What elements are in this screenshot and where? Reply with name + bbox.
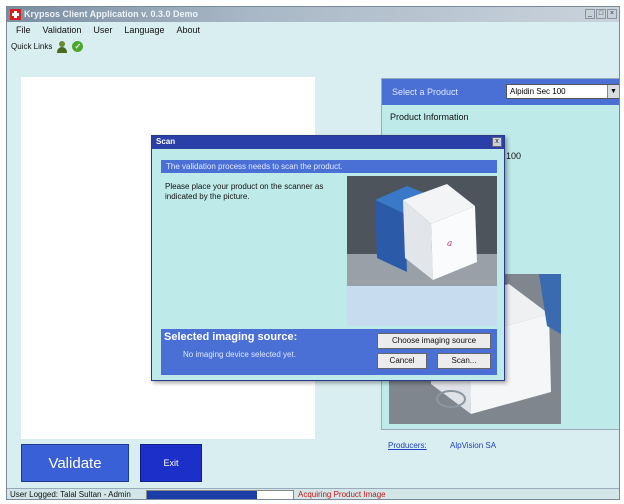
menu-about[interactable]: About <box>176 25 200 35</box>
validate-button[interactable]: Validate <box>21 444 129 482</box>
maximize-button[interactable]: □ <box>596 9 606 19</box>
product-select-value: Alpidin Sec 100 <box>510 87 566 96</box>
product-info-label: Product Information <box>390 112 469 122</box>
imaging-source-status: No imaging device selected yet. <box>183 350 296 359</box>
minimize-button[interactable]: _ <box>585 9 595 19</box>
producers-value: AlpVision SA <box>450 441 497 450</box>
choose-imaging-source-button[interactable]: Choose imaging source <box>377 333 491 349</box>
scanner-picture: a <box>347 176 497 286</box>
menu-language[interactable]: Language <box>124 25 164 35</box>
exit-button[interactable]: Exit <box>140 444 202 482</box>
check-icon[interactable]: ✓ <box>72 41 84 52</box>
progress-bar <box>146 490 294 499</box>
logged-user-status: User Logged: Talal Sultan - Admin <box>10 490 131 499</box>
scanner-box-photo: a <box>347 176 497 286</box>
dialog-banner-text: The validation process needs to scan the… <box>166 162 343 171</box>
menu-validation[interactable]: Validation <box>43 25 82 35</box>
product-select[interactable]: Alpidin Sec 100 ▼ <box>506 84 619 99</box>
close-icon[interactable]: x <box>492 137 502 147</box>
close-button[interactable]: × <box>607 9 617 19</box>
product-header: Select a Product Alpidin Sec 100 ▼ <box>382 79 619 105</box>
scan-button[interactable]: Scan... <box>437 353 491 369</box>
user-icon[interactable] <box>56 40 68 53</box>
menu-file[interactable]: File <box>16 25 31 35</box>
scan-dialog: Scan x The validation process needs to s… <box>151 135 505 381</box>
producers-label: Producers: <box>388 441 427 450</box>
window-title: Krypsos Client Application v. 0.3.0 Demo <box>24 9 199 19</box>
imaging-source-title: Selected imaging source: <box>164 331 298 343</box>
app-logo-icon <box>10 9 21 20</box>
title-bar[interactable]: Krypsos Client Application v. 0.3.0 Demo… <box>7 7 619 22</box>
scan-instruction: Please place your product on the scanner… <box>165 182 324 201</box>
scanner-picture-base <box>347 286 497 326</box>
quick-links-label: Quick Links <box>11 42 53 51</box>
status-bar: User Logged: Talal Sultan - Admin Acquir… <box>7 488 619 499</box>
cancel-button[interactable]: Cancel <box>377 353 427 369</box>
product-info-value: 100 <box>506 151 522 161</box>
menu-user[interactable]: User <box>93 25 112 35</box>
dialog-title: Scan <box>156 137 176 146</box>
dialog-banner: The validation process needs to scan the… <box>161 160 497 173</box>
imaging-source-panel: Selected imaging source: No imaging devi… <box>161 329 497 375</box>
app-window: Krypsos Client Application v. 0.3.0 Demo… <box>6 6 620 500</box>
menu-bar: File Validation User Language About <box>7 22 619 38</box>
status-message: Acquiring Product Image <box>298 490 386 499</box>
chevron-down-icon[interactable]: ▼ <box>607 85 619 98</box>
window-controls: _ □ × <box>585 9 617 19</box>
dialog-title-bar[interactable]: Scan x <box>152 136 504 149</box>
quick-links-bar: Quick Links ✓ <box>7 38 619 55</box>
svg-text:a: a <box>447 239 452 249</box>
progress-fill <box>147 491 257 499</box>
select-product-label: Select a Product <box>392 87 459 97</box>
